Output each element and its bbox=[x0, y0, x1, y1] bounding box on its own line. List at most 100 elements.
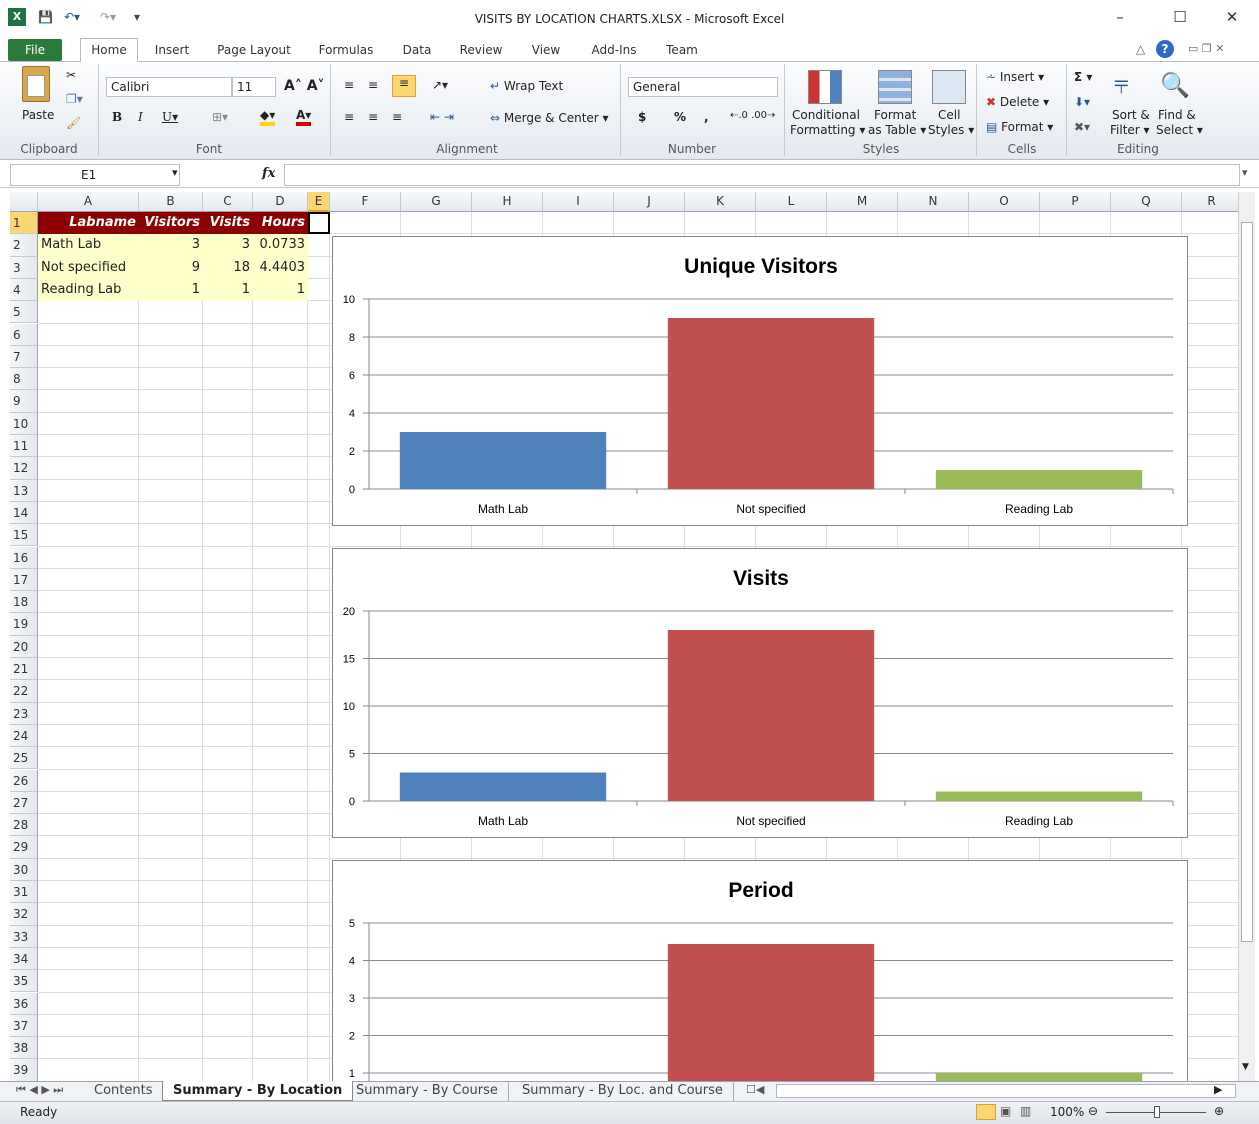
column-header-e[interactable]: E bbox=[308, 192, 330, 212]
chart-visits[interactable]: Visits 0 5 10 15 20 Math Lab Not specified Readi… bbox=[332, 548, 1188, 838]
format-as-table-icon[interactable] bbox=[878, 70, 912, 104]
autosum-icon[interactable]: Σ ▾ bbox=[1074, 70, 1092, 84]
row-header-32[interactable]: 32 bbox=[10, 903, 38, 926]
table-header-cell[interactable]: Visitors bbox=[139, 212, 203, 235]
row-header-8[interactable]: 8 bbox=[10, 368, 38, 391]
column-header-f[interactable]: F bbox=[330, 192, 401, 212]
vertical-scrollbar[interactable]: ▼ bbox=[1238, 192, 1255, 1081]
column-header-b[interactable]: B bbox=[139, 192, 203, 212]
row-header-20[interactable]: 20 bbox=[10, 635, 38, 658]
wrap-text-button[interactable]: ↵ Wrap Text bbox=[490, 79, 563, 93]
column-header-g[interactable]: G bbox=[401, 192, 472, 212]
row-header-36[interactable]: 36 bbox=[10, 992, 38, 1015]
row-header-24[interactable]: 24 bbox=[10, 724, 38, 748]
row-header-21[interactable]: 21 bbox=[10, 658, 38, 681]
minimize-ribbon-icon[interactable]: △ bbox=[1136, 42, 1145, 56]
align-middle-icon[interactable]: ≡ bbox=[368, 78, 378, 92]
chart-period[interactable]: Period 1 2 3 4 5 bbox=[332, 860, 1188, 1081]
row-header-39[interactable]: 39 bbox=[10, 1059, 38, 1081]
bar-not-specified[interactable] bbox=[667, 630, 875, 801]
name-box[interactable]: E1 bbox=[10, 164, 180, 186]
conditional-formatting-icon[interactable] bbox=[808, 70, 842, 104]
row-header-19[interactable]: 19 bbox=[10, 613, 38, 636]
row-header-10[interactable]: 10 bbox=[10, 412, 38, 435]
bar-reading-lab[interactable] bbox=[935, 470, 1143, 489]
row-header-12[interactable]: 12 bbox=[10, 457, 38, 480]
worksheet-grid[interactable]: ABCDEFGHIJKLMNOPQR 1 2 3 4 5 6 7 8 9 10 11 12 13 14 15… bbox=[10, 192, 1238, 1081]
bar-math-lab[interactable] bbox=[399, 772, 607, 802]
table-cell[interactable]: 1 bbox=[139, 278, 203, 302]
align-top-icon[interactable]: ≡ bbox=[344, 78, 354, 92]
column-header-a[interactable]: A bbox=[38, 192, 139, 212]
row-header-5[interactable]: 5 bbox=[10, 301, 38, 324]
fill-icon[interactable]: ⬇▾ bbox=[1074, 95, 1090, 109]
copy-icon[interactable]: ❐▾ bbox=[66, 92, 83, 106]
active-cell-e1[interactable] bbox=[308, 212, 330, 235]
zoom-level[interactable]: 100% bbox=[1050, 1105, 1084, 1119]
cell-styles-icon[interactable] bbox=[932, 70, 966, 104]
sheet-tab-summary-by-course[interactable]: Summary - By Course bbox=[346, 1081, 509, 1101]
expand-formula-bar-icon[interactable]: ▾ bbox=[1242, 166, 1248, 179]
tab-file[interactable]: File bbox=[8, 39, 62, 61]
cut-icon[interactable]: ✂ bbox=[66, 68, 76, 82]
horizontal-scrollbar[interactable] bbox=[776, 1084, 1236, 1098]
table-cell[interactable]: 3 bbox=[139, 234, 203, 257]
table-cell[interactable]: Reading Lab bbox=[38, 278, 139, 302]
row-header-9[interactable]: 9 bbox=[10, 390, 38, 413]
row-header-29[interactable]: 29 bbox=[10, 836, 38, 859]
table-cell[interactable]: 9 bbox=[139, 256, 203, 279]
table-header-cell[interactable]: Hours bbox=[253, 212, 308, 235]
sheet-tab-contents[interactable]: Contents bbox=[84, 1081, 164, 1101]
row-header-25[interactable]: 25 bbox=[10, 747, 38, 770]
help-icon[interactable]: ? bbox=[1156, 40, 1174, 58]
clear-icon[interactable]: ✖▾ bbox=[1074, 120, 1090, 134]
cell-styles-button[interactable]: Cell bbox=[938, 108, 960, 122]
row-header-26[interactable]: 26 bbox=[10, 769, 38, 792]
format-as-table-button[interactable]: Format bbox=[874, 108, 916, 122]
number-format-select[interactable]: General bbox=[628, 77, 778, 97]
bar-not-specified[interactable] bbox=[667, 943, 875, 1081]
row-header-13[interactable]: 13 bbox=[10, 479, 38, 502]
paste-button[interactable]: Paste bbox=[22, 108, 54, 122]
align-right-icon[interactable]: ≡ bbox=[392, 110, 402, 124]
row-header-31[interactable]: 31 bbox=[10, 881, 38, 904]
decimal-icons[interactable]: ⇠.0 .00⇢ bbox=[730, 110, 775, 121]
insert-function-icon[interactable]: fx bbox=[262, 166, 275, 181]
column-header-c[interactable]: C bbox=[203, 192, 253, 212]
bar-reading-lab[interactable] bbox=[935, 1073, 1143, 1081]
column-header-d[interactable]: D bbox=[253, 192, 308, 212]
delete-cells-button[interactable]: ✖ Delete ▾ bbox=[986, 95, 1049, 109]
table-cell[interactable]: 1 bbox=[253, 278, 308, 302]
column-header-q[interactable]: Q bbox=[1111, 192, 1182, 212]
minimize-icon[interactable]: – bbox=[1100, 8, 1140, 28]
table-cell[interactable]: 3 bbox=[203, 234, 253, 257]
tab-data[interactable]: Data bbox=[398, 40, 436, 61]
row-header-3[interactable]: 3 bbox=[10, 256, 38, 279]
align-bottom-icon[interactable]: ≡ bbox=[392, 75, 416, 97]
tab-view[interactable]: View bbox=[526, 40, 566, 61]
scroll-thumb[interactable] bbox=[1241, 222, 1253, 942]
insert-cells-button[interactable]: ⩪ Insert ▾ bbox=[986, 70, 1044, 84]
formula-input[interactable] bbox=[284, 164, 1240, 186]
comma-button[interactable]: , bbox=[704, 110, 709, 124]
table-cell[interactable]: 18 bbox=[203, 256, 253, 279]
row-header-4[interactable]: 4 bbox=[10, 278, 38, 302]
tab-insert[interactable]: Insert bbox=[152, 40, 192, 61]
table-cell[interactable]: Math Lab bbox=[38, 234, 139, 257]
grow-font-icon[interactable]: A˄ A˅ bbox=[284, 78, 325, 94]
chart-unique-visitors[interactable]: Unique Visitors 0 2 4 6 8 10 Math Lab Not specif… bbox=[332, 236, 1188, 526]
column-header-r[interactable]: R bbox=[1182, 192, 1238, 212]
scroll-right-icon[interactable]: ▶ bbox=[1214, 1083, 1222, 1096]
table-header-cell[interactable]: Labname bbox=[38, 212, 139, 235]
tab-team[interactable]: Team bbox=[660, 40, 704, 61]
find-select-icon[interactable]: 🔍 bbox=[1160, 70, 1190, 100]
row-header-38[interactable]: 38 bbox=[10, 1037, 38, 1060]
maximize-icon[interactable]: ☐ bbox=[1160, 8, 1200, 28]
sheet-nav-icons[interactable]: ⏮ ◀ ▶ ⏭ bbox=[16, 1083, 63, 1097]
row-header-1[interactable]: 1 bbox=[10, 212, 38, 235]
conditional-formatting-button[interactable]: Conditional bbox=[792, 108, 860, 122]
zoom-in-icon[interactable]: ⊕ bbox=[1214, 1104, 1224, 1118]
align-center-icon[interactable]: ≡ bbox=[368, 110, 378, 124]
select-all-corner[interactable] bbox=[10, 192, 38, 212]
row-header-15[interactable]: 15 bbox=[10, 524, 38, 547]
